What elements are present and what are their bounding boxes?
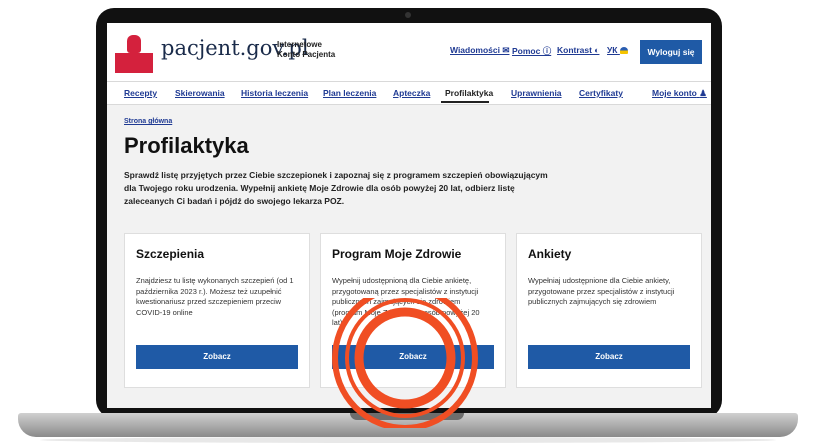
tab-historia-leczenia[interactable]: Historia leczenia (241, 88, 308, 98)
tab-apteczka[interactable]: Apteczka (393, 88, 430, 98)
poland-emblem-icon (115, 33, 153, 73)
card-szczepienia: Szczepienia Znajdziesz tu listę wykonany… (124, 233, 310, 388)
ankiety-view-button[interactable]: Zobacz (528, 345, 690, 369)
card-title: Ankiety (528, 247, 572, 261)
tab-profilaktyka[interactable]: Profilaktyka (445, 88, 493, 98)
main-tabs: Recepty Skierowania Historia leczenia Pl… (107, 82, 711, 104)
tab-uprawnienia[interactable]: Uprawnienia (511, 88, 562, 98)
tab-skierowania[interactable]: Skierowania (175, 88, 225, 98)
ukraine-flag-icon (619, 47, 628, 54)
logout-button[interactable]: Wyloguj się (640, 40, 702, 64)
card-title: Program Moje Zdrowie (332, 247, 462, 261)
user-icon: ♟ (699, 88, 707, 98)
breadcrumb-home[interactable]: Strona główna (124, 118, 172, 125)
card-description: Wypełniaj udostępnione dla Ciebie ankiet… (528, 276, 675, 306)
language-link-ukraine[interactable]: УК (607, 45, 628, 55)
laptop-shadow (40, 437, 776, 443)
messages-link[interactable]: Wiadomości ✉ (450, 45, 509, 56)
card-description: Znajdziesz tu listę wykonanych szczepień… (136, 276, 294, 317)
page-intro: Sprawdź listę przyjętych przez Ciebie sz… (124, 170, 548, 206)
card-ankiety: Ankiety Wypełniaj udostępnione dla Ciebi… (516, 233, 702, 388)
tab-moje-konto[interactable]: Moje konto ♟ (652, 88, 707, 99)
page-title: Profilaktyka (124, 133, 249, 158)
click-highlight-rings-icon (332, 298, 478, 428)
szczepienia-view-button[interactable]: Zobacz (136, 345, 298, 369)
brand-subtitle: Internetowe Konto Pacjenta (277, 40, 336, 59)
tab-plan-leczenia[interactable]: Plan leczenia (323, 88, 376, 98)
help-link[interactable]: Pomoc ⓘ (512, 45, 551, 57)
active-tab-indicator (441, 101, 489, 103)
site-header: pacjent.gov.pl Internetowe Konto Pacjent… (107, 23, 711, 81)
card-title: Szczepienia (136, 247, 205, 261)
contrast-link[interactable]: Kontrast ◐ (557, 45, 599, 55)
tab-recepty[interactable]: Recepty (124, 88, 157, 98)
tab-certyfikaty[interactable]: Certyfikaty (579, 88, 623, 98)
webcam-icon (405, 12, 411, 18)
